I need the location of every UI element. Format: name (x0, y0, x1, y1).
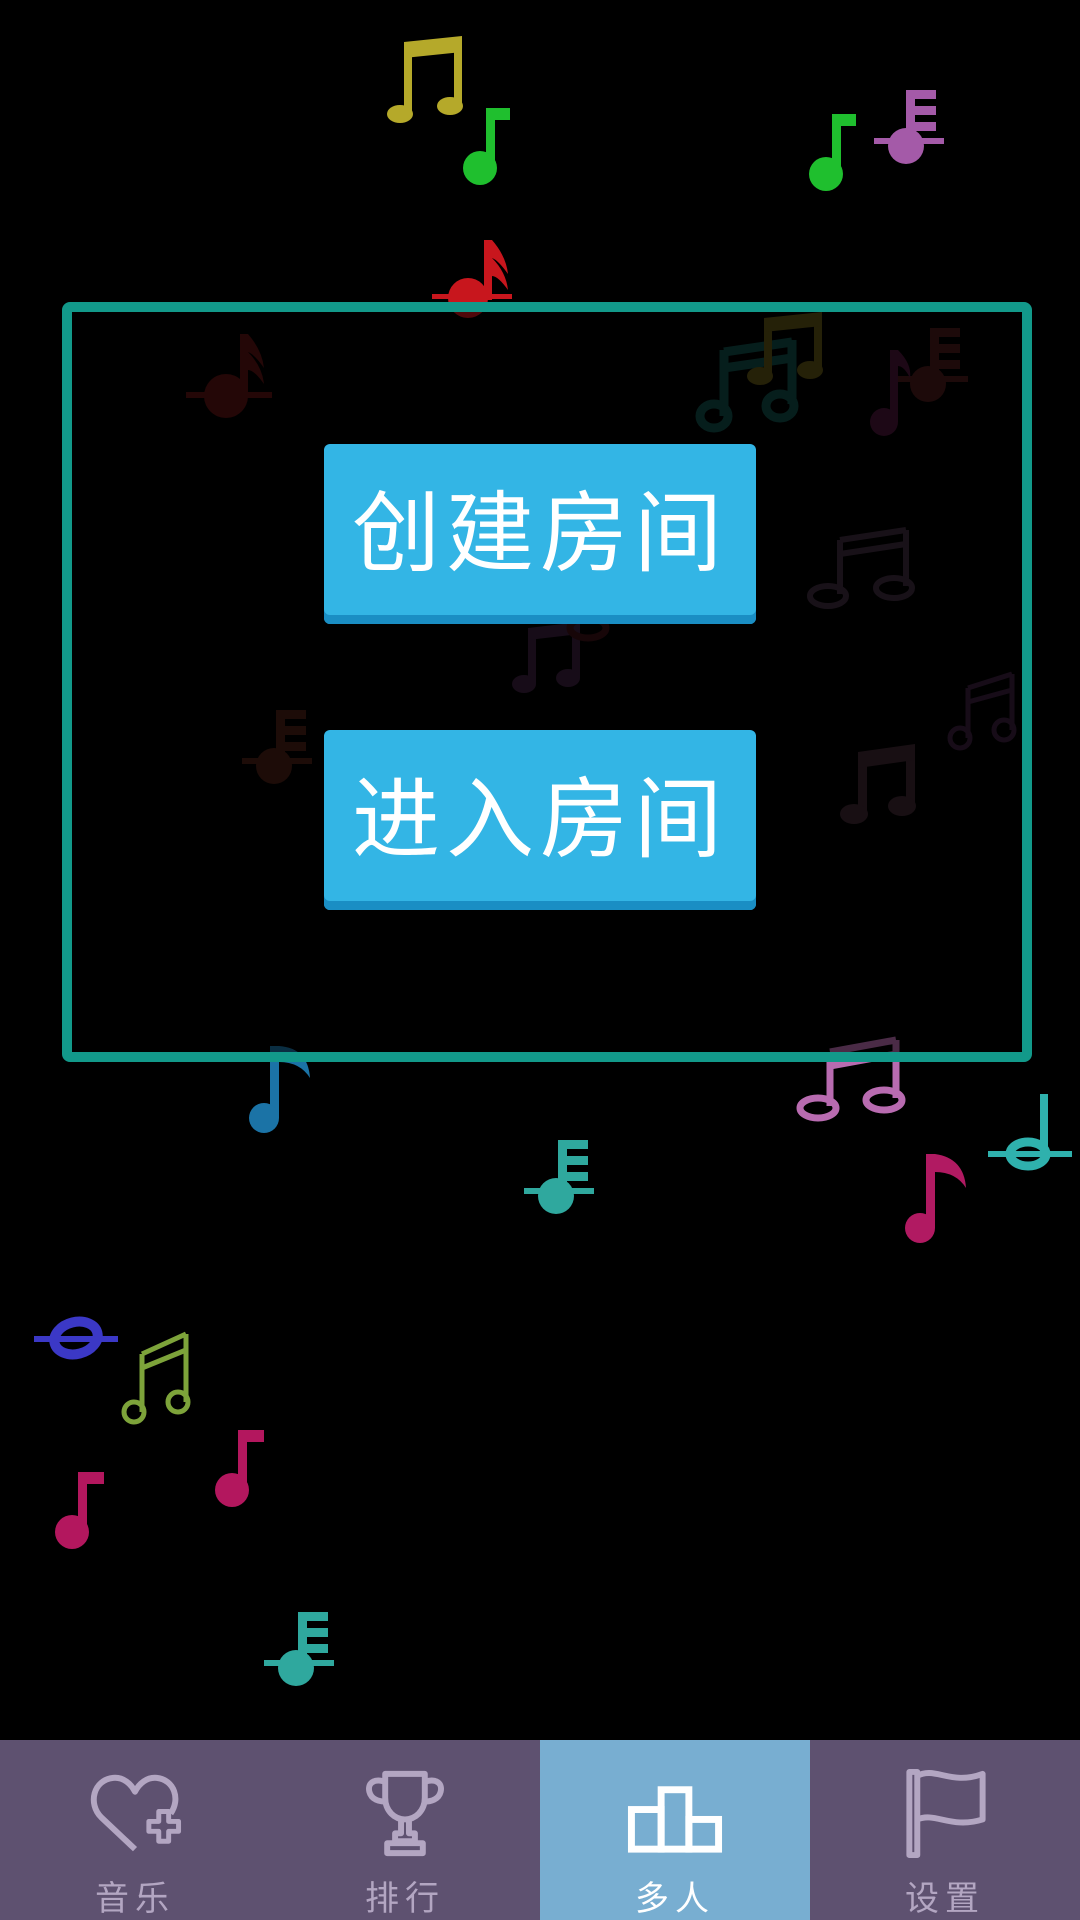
thirty-second-note-icon (264, 1610, 334, 1690)
create-room-button[interactable]: 创建房间 (324, 444, 756, 624)
music-background: 创建房间 进入房间 音乐 排行 多人 设置 (0, 0, 1080, 1920)
tab-label: 音乐 (95, 1879, 175, 1919)
flag-icon (906, 1768, 986, 1859)
podium-icon (627, 1786, 723, 1853)
half-note-icon (988, 1090, 1072, 1180)
thirty-second-note-icon (524, 1138, 594, 1218)
tab-music[interactable]: 音乐 (0, 1740, 270, 1920)
eighth-note-icon (50, 1470, 110, 1550)
trophy-icon (366, 1770, 444, 1857)
enter-room-button[interactable]: 进入房间 (324, 730, 756, 910)
tab-settings[interactable]: 设置 (810, 1740, 1080, 1920)
heart-plus-icon (90, 1774, 182, 1852)
tab-label: 多人 (635, 1879, 715, 1919)
thirty-second-note-icon (874, 88, 944, 168)
eighth-note-icon (802, 112, 862, 192)
tab-ranking[interactable]: 排行 (270, 1740, 540, 1920)
eighth-note-icon (900, 1152, 970, 1243)
eighth-note-icon (456, 106, 516, 186)
multiplayer-room-dialog (62, 302, 1032, 1062)
tab-label: 设置 (905, 1879, 985, 1919)
tab-label: 排行 (365, 1879, 445, 1919)
tab-multiplayer[interactable]: 多人 (540, 1740, 810, 1920)
whole-note-icon (34, 1316, 118, 1360)
eighth-note-icon (210, 1428, 270, 1508)
bottom-tab-bar: 音乐 排行 多人 设置 (0, 1740, 1080, 1920)
beamed-eighth-notes-icon (118, 1330, 198, 1430)
